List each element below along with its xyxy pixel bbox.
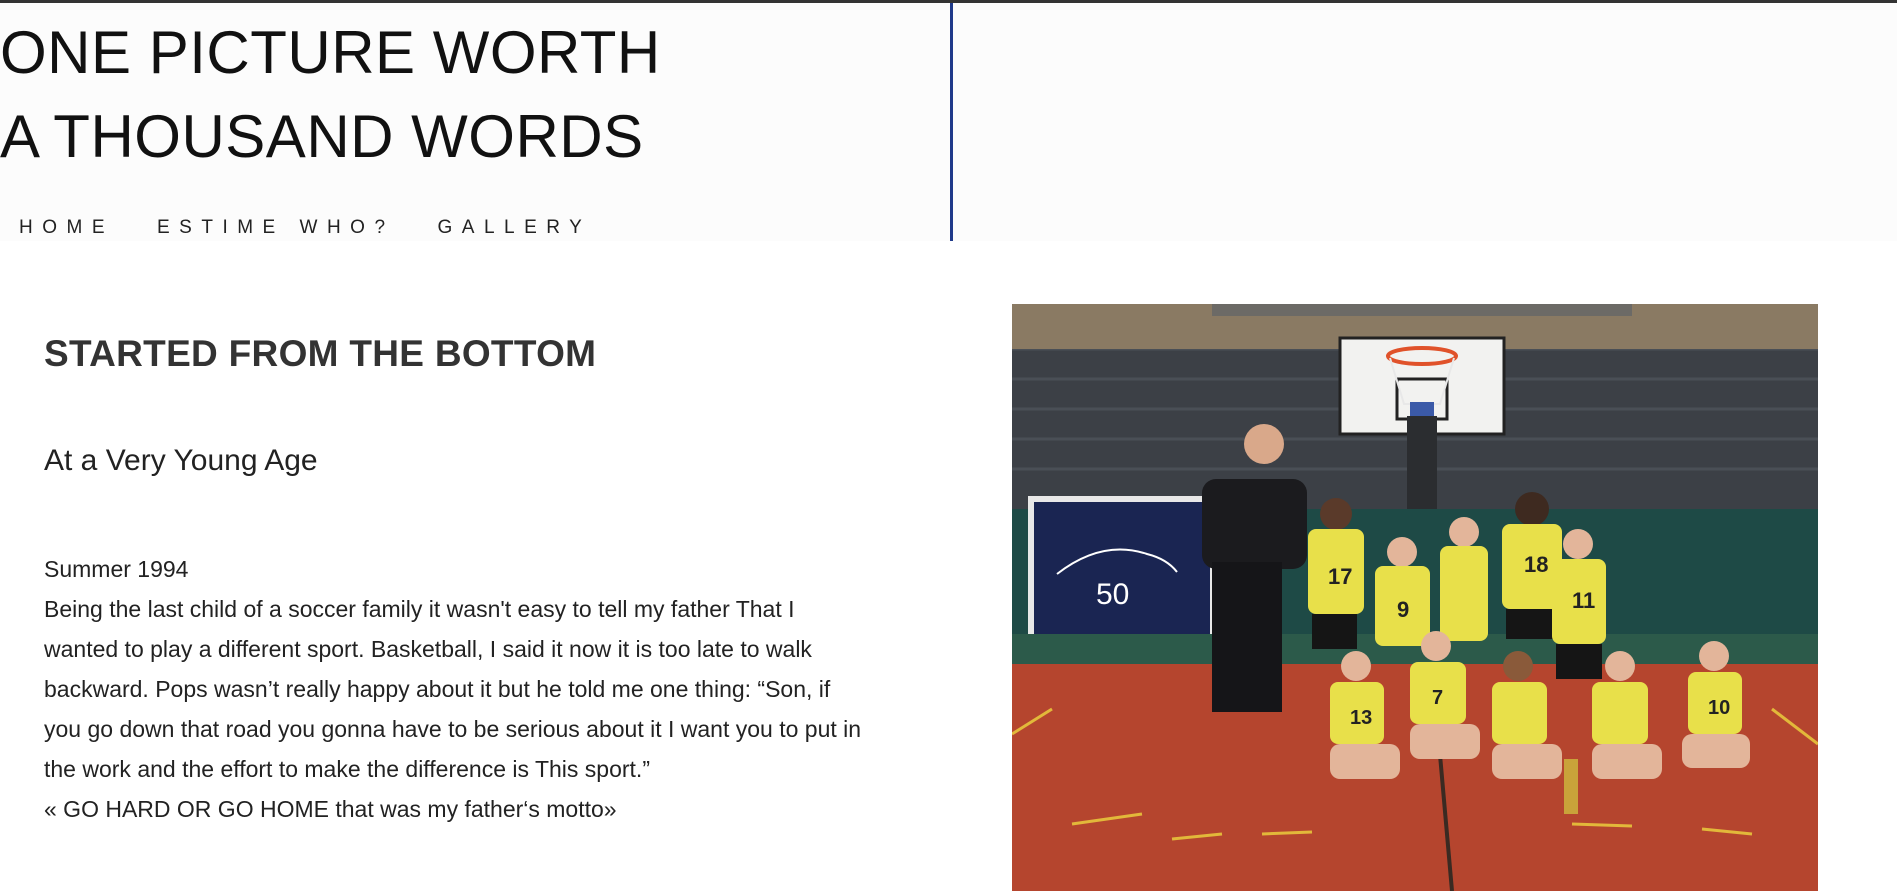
banner-number: 50 — [1096, 578, 1129, 611]
article-date: Summer 1994 — [44, 556, 189, 582]
site-title-line-1: ONE PICTURE WORTH — [0, 19, 661, 86]
team-photo: 50 17 9 18 11 13 7 10 — [1012, 304, 1818, 891]
svg-text:7: 7 — [1432, 687, 1443, 709]
article-body: Summer 1994 Being the last child of a so… — [44, 549, 864, 829]
site-header: ONE PICTURE WORTH A THOUSAND WORDS HOME … — [0, 3, 1897, 241]
main-nav: HOME ESTIME WHO? GALLERY — [19, 217, 634, 239]
nav-gallery-link[interactable]: GALLERY — [438, 217, 592, 239]
article-heading: STARTED FROM THE BOTTOM — [44, 333, 597, 374]
article-motto: « GO HARD OR GO HOME that was my father‘… — [44, 796, 617, 822]
svg-text:11: 11 — [1572, 588, 1595, 613]
site-title[interactable]: ONE PICTURE WORTH A THOUSAND WORDS — [0, 11, 661, 179]
nav-estime-who-link[interactable]: ESTIME WHO? — [157, 217, 395, 239]
team-photo-illustration: 50 17 9 18 11 13 7 10 — [1012, 304, 1818, 891]
svg-text:13: 13 — [1350, 707, 1372, 729]
svg-text:17: 17 — [1328, 564, 1352, 589]
svg-text:9: 9 — [1397, 597, 1409, 622]
article-paragraph: Being the last child of a soccer family … — [44, 596, 862, 782]
article-subheading: At a Very Young Age — [44, 444, 318, 477]
site-title-line-2: A THOUSAND WORDS — [0, 103, 644, 170]
nav-home-link[interactable]: HOME — [19, 217, 114, 239]
svg-text:18: 18 — [1524, 552, 1548, 577]
header-divider-line — [950, 3, 953, 241]
svg-text:10: 10 — [1708, 697, 1730, 719]
